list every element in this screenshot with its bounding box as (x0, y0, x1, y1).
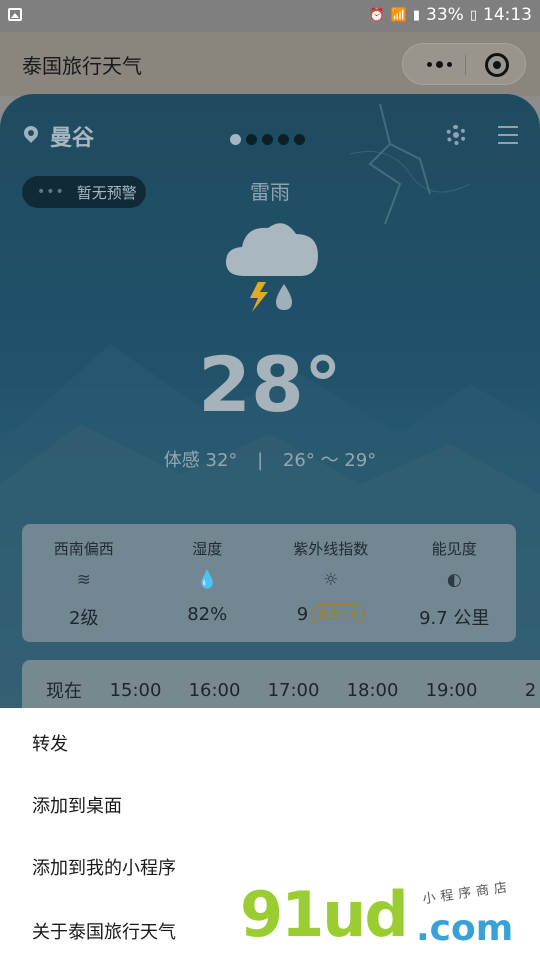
feels-like-row: 体感 32° | 26° ～ 29° (0, 446, 540, 472)
uv-max-badge: 最大 10 (311, 604, 365, 624)
alarm-icon: ⏰ (368, 7, 385, 23)
menu-item-about[interactable]: 关于泰国旅行天气 (32, 918, 176, 944)
detail-value: 2级 (69, 608, 99, 629)
watermark-domain: .com (416, 908, 514, 949)
hour-label: 19:00 (425, 679, 478, 701)
page-dot[interactable] (246, 134, 257, 145)
weather-condition: 雷雨 (250, 180, 290, 204)
battery-icon: ▯ (469, 7, 477, 23)
current-temperature: 28° (198, 340, 342, 429)
watermark-tagline: 小程序商店 (421, 879, 513, 908)
detail-label: 紫外线指数 (293, 540, 369, 558)
status-bar: ⏰ 📶 ▮ 33% ▯ 14:13 (0, 0, 540, 32)
thunder-rain-cloud-icon (226, 223, 318, 312)
clock: 14:13 (483, 5, 532, 25)
hour-label: 17:00 (267, 679, 320, 701)
drop-icon: 💧 (196, 570, 218, 590)
watermark: 91ud .com 小程序商店 (240, 878, 540, 960)
divider: | (257, 450, 264, 471)
menu-item-add-my-miniprogram[interactable]: 添加到我的小程序 (32, 854, 176, 880)
hour-label: 15:00 (109, 679, 162, 701)
location-pin-icon (24, 126, 38, 144)
hour-label: 2 (524, 679, 537, 701)
page-dot[interactable] (262, 134, 273, 145)
hourly-forecast[interactable]: 现在 15:00 16:00 17:00 18:00 19:00 2 (22, 660, 540, 714)
temperature-range: 26° ～ 29° (282, 450, 377, 471)
battery-text: 33% (426, 5, 464, 25)
detail-label: 能见度 (431, 540, 477, 558)
hour-label: 18:00 (346, 679, 399, 701)
uv-value: 9 (296, 604, 309, 625)
detail-label: 西南偏西 (53, 540, 114, 558)
more-dots-icon[interactable] (419, 54, 459, 74)
watermark-logo: 91ud (240, 878, 409, 951)
wind-icon: ≋ (76, 570, 91, 590)
menu-icon[interactable] (498, 126, 518, 144)
half-circle-icon: ◐ (446, 570, 462, 590)
page-indicator (230, 134, 305, 145)
page-dot[interactable] (294, 134, 305, 145)
image-icon (8, 8, 22, 21)
hour-label: 16:00 (188, 679, 241, 701)
feels-like: 体感 32° (163, 450, 238, 471)
capsule-divider (465, 55, 466, 75)
sun-icon: ☼ (323, 570, 339, 590)
page-dot[interactable] (278, 134, 289, 145)
app-title: 泰国旅行天气 (22, 54, 142, 78)
city-name[interactable]: 曼谷 (50, 120, 94, 152)
menu-item-add-desktop[interactable]: 添加到桌面 (32, 792, 122, 818)
details-card: 西南偏西 ≋ 2级 湿度 💧 82% 紫外线指数 ☼ 9 最大 10 能见度 ◐ … (22, 524, 516, 642)
wifi-icon: 📶 (390, 7, 407, 23)
detail-value: 82% (187, 604, 228, 625)
detail-visibility: 能见度 ◐ 9.7 公里 (393, 524, 517, 642)
miniprogram-capsule (402, 43, 526, 85)
menu-item-forward[interactable]: 转发 (32, 730, 68, 756)
detail-wind: 西南偏西 ≋ 2级 (22, 524, 146, 642)
app-bar: 泰国旅行天气 (0, 32, 540, 96)
detail-value: 9.7 公里 (419, 608, 490, 629)
detail-uv: 紫外线指数 ☼ 9 最大 10 (269, 524, 393, 642)
gear-icon[interactable] (446, 125, 466, 145)
target-close-icon[interactable] (485, 53, 509, 77)
signal-icon: ▮ (412, 7, 421, 23)
status-right: ⏰ 📶 ▮ 33% ▯ 14:13 (369, 5, 532, 25)
detail-label: 湿度 (192, 540, 223, 558)
detail-value: 9 最大 10 (269, 604, 393, 625)
detail-humidity: 湿度 💧 82% (146, 524, 270, 642)
weather-panel: 曼谷 ••• 暂无预警 雷雨 28° 体感 32° | 26° ～ 29° 西南… (0, 94, 540, 714)
hour-label: 现在 (46, 681, 82, 702)
page-dot[interactable] (230, 134, 241, 145)
lightning-decoration (349, 104, 471, 225)
